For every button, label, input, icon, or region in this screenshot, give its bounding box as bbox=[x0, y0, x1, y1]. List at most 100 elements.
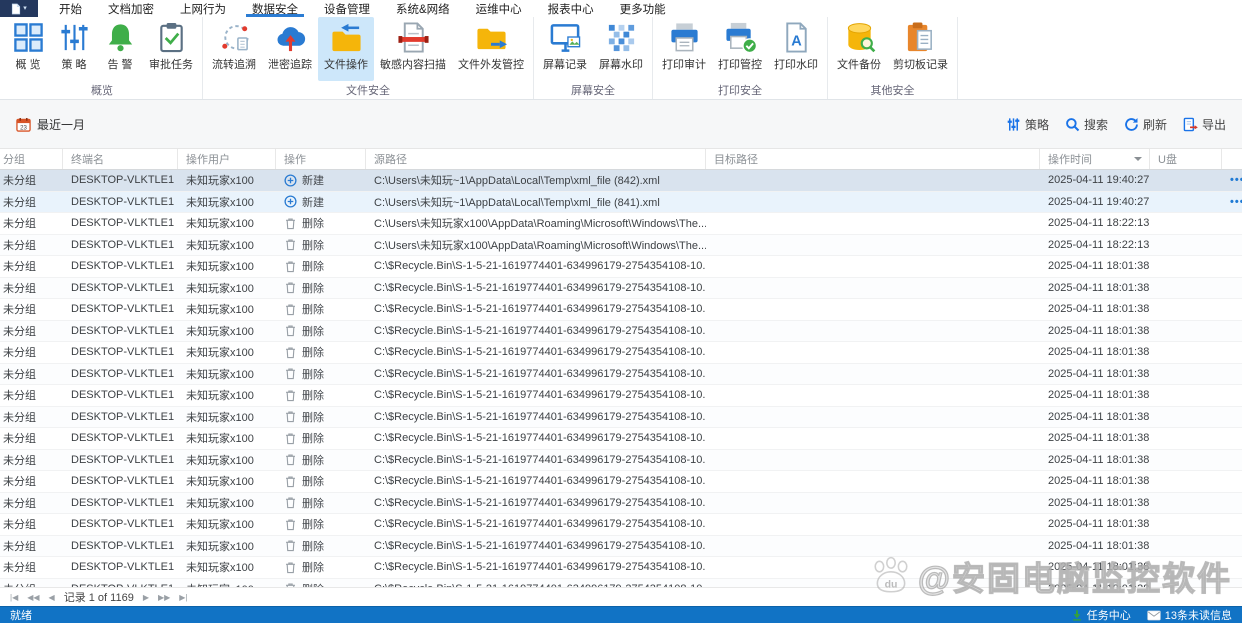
ribbon-item-file-outgoing[interactable]: 文件外发管控 bbox=[452, 17, 530, 81]
ribbon-item-policy[interactable]: 策 略 bbox=[51, 17, 97, 81]
cell-actions bbox=[1222, 536, 1242, 557]
table-row[interactable]: 未分组DESKTOP-VLKTLE1未知玩家x100删除C:\$Recycle.… bbox=[0, 535, 1242, 557]
table-row[interactable]: 未分组DESKTOP-VLKTLE1未知玩家x100删除C:\$Recycle.… bbox=[0, 342, 1242, 364]
ribbon-item-flow-trace[interactable]: 流转追溯 bbox=[206, 17, 262, 81]
column-header-terminal[interactable]: 终端名 bbox=[63, 149, 178, 169]
trash-icon bbox=[284, 346, 297, 359]
cell-source-path: C:\$Recycle.Bin\S-1-5-21-1619774401-6349… bbox=[374, 410, 706, 423]
ribbon-item-leak-trace[interactable]: 泄密追踪 bbox=[262, 17, 318, 81]
operation-label: 新建 bbox=[302, 196, 324, 209]
column-header-target-path[interactable]: 目标路径 bbox=[706, 149, 1040, 169]
table-row[interactable]: 未分组DESKTOP-VLKTLE1未知玩家x100删除C:\$Recycle.… bbox=[0, 449, 1242, 471]
cell-group: 未分组 bbox=[3, 390, 36, 403]
cell-terminal: DESKTOP-VLKTLE1 bbox=[71, 475, 175, 488]
export-button[interactable]: 导出 bbox=[1183, 116, 1226, 133]
ribbon-group: 流转追溯 泄密追踪 文件操作 敏感内容扫描 文件外发管控 文件安全 bbox=[203, 17, 534, 99]
ribbon-item-clipboard-record[interactable]: 剪切板记录 bbox=[887, 17, 954, 81]
pager-next-fast-button[interactable]: ▶▶ bbox=[158, 593, 170, 602]
cell-operation: 删除 bbox=[276, 321, 366, 342]
filter-dropdown-icon[interactable] bbox=[1134, 157, 1142, 165]
ribbon-item-print-audit[interactable]: 打印审计 bbox=[656, 17, 712, 81]
cell-group: 未分组 bbox=[3, 218, 36, 231]
column-header-operator[interactable]: 操作用户 bbox=[178, 149, 276, 169]
menu-tab-start[interactable]: 开始 bbox=[46, 0, 95, 17]
search-button[interactable]: 搜索 bbox=[1065, 116, 1108, 133]
ribbon-item-sensitive-scan[interactable]: 敏感内容扫描 bbox=[374, 17, 452, 81]
ribbon-item-alert[interactable]: 告 警 bbox=[97, 17, 143, 81]
column-header-label: 分组 bbox=[3, 154, 25, 166]
table-row[interactable]: 未分组 DESKTOP-VLKTLE1 未知玩家x100 删除 C:\Users\未知玩… bbox=[0, 213, 1242, 235]
column-header-group[interactable]: 分组 bbox=[0, 149, 63, 169]
cell-operation-time: 2025-04-11 18:01:38 bbox=[1048, 303, 1150, 316]
pager-next-button[interactable]: ▶ bbox=[143, 593, 149, 602]
pager-last-button[interactable]: ▶| bbox=[179, 593, 187, 602]
table-row[interactable]: 未分组DESKTOP-VLKTLE1未知玩家x100删除C:\$Recycle.… bbox=[0, 363, 1242, 385]
table-row[interactable]: 未分组DESKTOP-VLKTLE1未知玩家x100删除C:\$Recycle.… bbox=[0, 514, 1242, 536]
table-row[interactable]: 未分组DESKTOP-VLKTLE1未知玩家x100删除C:\$Recycle.… bbox=[0, 406, 1242, 428]
ribbon-item-print-control[interactable]: 打印管控 bbox=[712, 17, 768, 81]
ribbon-group: 文件备份 剪切板记录 其他安全 bbox=[828, 17, 958, 99]
table-row[interactable]: 未分组DESKTOP-VLKTLE1未知玩家x100删除C:\$Recycle.… bbox=[0, 385, 1242, 407]
cell-operator: 未知玩家x100 bbox=[186, 540, 254, 553]
table-row[interactable]: 未分组DESKTOP-VLKTLE1未知玩家x100删除C:\$Recycle.… bbox=[0, 471, 1242, 493]
ribbon-item-screen-watermark[interactable]: 屏幕水印 bbox=[593, 17, 649, 81]
trash-icon bbox=[284, 518, 297, 531]
cell-operation: 删除 bbox=[276, 428, 366, 449]
column-header-actions[interactable] bbox=[1222, 149, 1242, 169]
date-range-filter[interactable]: 23 最近一月 bbox=[16, 116, 85, 133]
row-menu-button[interactable]: ••• bbox=[1230, 174, 1242, 186]
menu-tab-more-features[interactable]: 更多功能 bbox=[607, 0, 679, 17]
ribbon-item-screen-record[interactable]: 屏幕记录 bbox=[537, 17, 593, 81]
table-row[interactable]: 未分组DESKTOP-VLKTLE1未知玩家x100删除C:\$Recycle.… bbox=[0, 578, 1242, 587]
table-row[interactable]: 未分组DESKTOP-VLKTLE1未知玩家x100删除C:\$Recycle.… bbox=[0, 320, 1242, 342]
table-row[interactable]: 未分组DESKTOP-VLKTLE1未知玩家x100删除C:\$Recycle.… bbox=[0, 492, 1242, 514]
menu-tab-report-center[interactable]: 报表中心 bbox=[535, 0, 607, 17]
table-row[interactable]: 未分组 DESKTOP-VLKTLE1 未知玩家x100 删除 C:\Users\未知玩… bbox=[0, 234, 1242, 256]
column-header-source-path[interactable]: 源路径 bbox=[366, 149, 706, 169]
unread-messages-button[interactable]: 13条未读信息 bbox=[1147, 607, 1232, 623]
pager-first-button[interactable]: |◀ bbox=[10, 593, 18, 602]
column-header-operation-time[interactable]: 操作时间 bbox=[1040, 149, 1150, 169]
ribbon-item-label: 概 览 bbox=[15, 59, 41, 71]
pager-prev-fast-button[interactable]: ◀◀ bbox=[27, 593, 39, 602]
trash-icon bbox=[284, 432, 297, 445]
menu-tab-system-network[interactable]: 系统&网络 bbox=[383, 0, 463, 17]
cell-actions bbox=[1222, 385, 1242, 406]
menu-tab-device-mgmt[interactable]: 设备管理 bbox=[311, 0, 383, 17]
table-row[interactable]: 未分组 DESKTOP-VLKTLE1 未知玩家x100 新建 C:\Users\未知玩… bbox=[0, 170, 1242, 192]
search-label: 搜索 bbox=[1083, 117, 1108, 132]
operation-label: 删除 bbox=[302, 519, 324, 532]
column-header-label: 终端名 bbox=[71, 154, 104, 166]
column-header-usb[interactable]: U盘 bbox=[1150, 149, 1222, 169]
ribbon-item-print-watermark[interactable]: A 打印水印 bbox=[768, 17, 824, 81]
refresh-button[interactable]: 刷新 bbox=[1124, 116, 1167, 133]
pager-prev-button[interactable]: ◀ bbox=[49, 593, 55, 602]
cell-actions bbox=[1222, 557, 1242, 578]
trash-icon bbox=[284, 496, 297, 509]
ribbon-item-file-operation[interactable]: 文件操作 bbox=[318, 17, 374, 81]
cell-usb bbox=[1150, 493, 1222, 514]
cell-group: 未分组 bbox=[3, 562, 36, 575]
table-row[interactable]: 未分组DESKTOP-VLKTLE1未知玩家x100删除C:\$Recycle.… bbox=[0, 256, 1242, 278]
column-header-operation[interactable]: 操作 bbox=[276, 149, 366, 169]
table-row[interactable]: 未分组DESKTOP-VLKTLE1未知玩家x100删除C:\$Recycle.… bbox=[0, 299, 1242, 321]
table-row[interactable]: 未分组DESKTOP-VLKTLE1未知玩家x100删除C:\$Recycle.… bbox=[0, 557, 1242, 579]
row-menu-button[interactable]: ••• bbox=[1230, 196, 1242, 208]
ribbon-item-file-backup[interactable]: 文件备份 bbox=[831, 17, 887, 81]
filter-bar: 23 最近一月 策略 搜索 刷新 导出 bbox=[0, 100, 1242, 148]
menu-tab-web-behavior[interactable]: 上网行为 bbox=[167, 0, 239, 17]
table-row[interactable]: 未分组DESKTOP-VLKTLE1未知玩家x100删除C:\$Recycle.… bbox=[0, 428, 1242, 450]
cell-target-path bbox=[706, 299, 1040, 320]
ribbon-item-overview[interactable]: 概 览 bbox=[5, 17, 51, 81]
menu-tab-doc-encrypt[interactable]: 文档加密 bbox=[95, 0, 167, 17]
cell-operator: 未知玩家x100 bbox=[186, 476, 254, 489]
menu-tab-data-security[interactable]: 数据安全 bbox=[239, 0, 311, 17]
menu-tab-ops-center[interactable]: 运维中心 bbox=[463, 0, 535, 17]
table-row[interactable]: 未分组 DESKTOP-VLKTLE1 未知玩家x100 新建 C:\Users\未知玩… bbox=[0, 191, 1242, 213]
policy-button[interactable]: 策略 bbox=[1006, 116, 1049, 133]
table-row[interactable]: 未分组DESKTOP-VLKTLE1未知玩家x100删除C:\$Recycle.… bbox=[0, 277, 1242, 299]
app-menu-button[interactable]: ▾ bbox=[0, 0, 38, 17]
task-center-button[interactable]: 任务中心 bbox=[1071, 607, 1131, 623]
trash-icon bbox=[284, 217, 297, 230]
ribbon-item-approval-task[interactable]: 审批任务 bbox=[143, 17, 199, 81]
